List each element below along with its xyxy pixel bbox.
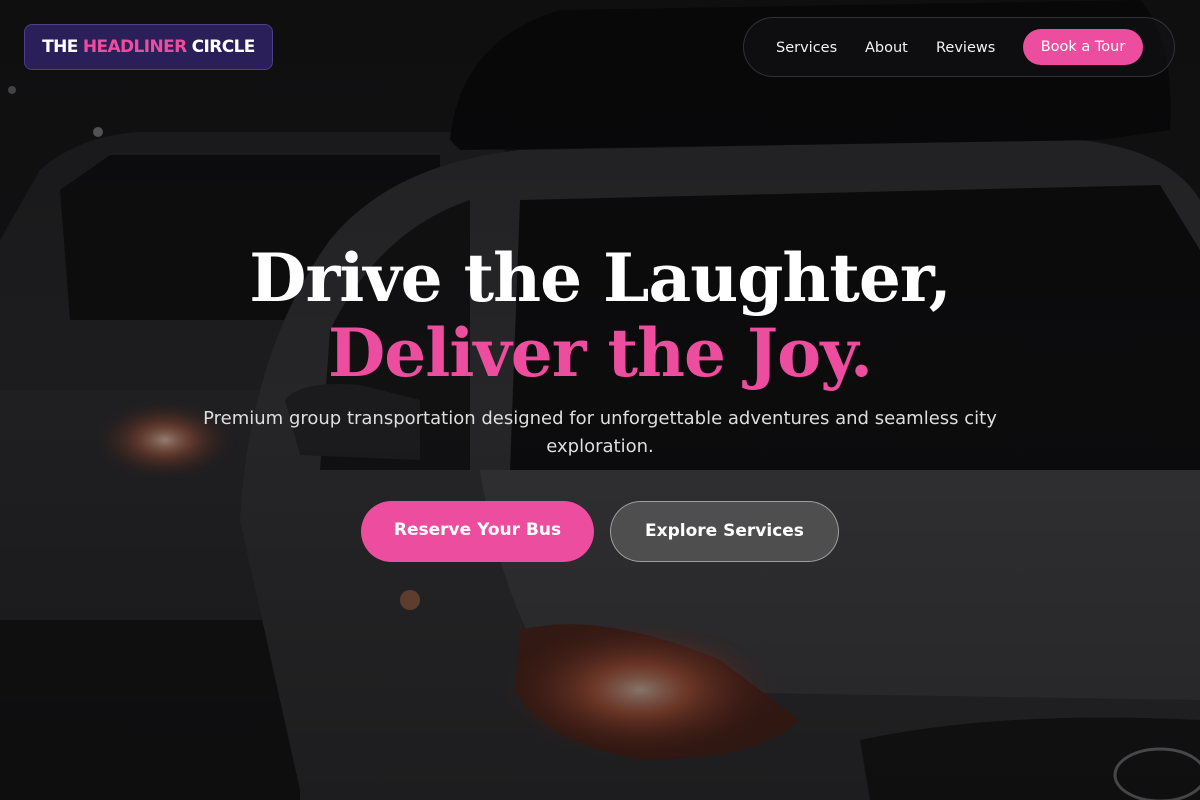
hero-background-photo (0, 0, 1200, 800)
reserve-bus-button[interactable]: Reserve Your Bus (361, 501, 594, 562)
headline-line-2: Deliver the Joy. (328, 314, 873, 392)
nav-link-reviews[interactable]: Reviews (936, 18, 995, 78)
hero-subtitle: Premium group transportation designed fo… (203, 408, 997, 457)
nav-link-about[interactable]: About (865, 18, 908, 78)
nav-link-services[interactable]: Services (776, 18, 837, 78)
brand-logo[interactable]: THE HEADLINER CIRCLE (24, 24, 273, 70)
headline-line-1: Drive the Laughter, (249, 239, 952, 317)
logo-word-1: THE (42, 37, 78, 57)
hero-headline: Drive the Laughter, Deliver the Joy. (0, 236, 1200, 386)
logo-word-2: HEADLINER (82, 37, 187, 57)
book-tour-button[interactable]: Book a Tour (1023, 29, 1143, 65)
hero-section: THE HEADLINER CIRCLE Services About Revi… (0, 0, 1200, 800)
explore-services-button[interactable]: Explore Services (610, 501, 839, 562)
logo-word-3: CIRCLE (191, 37, 256, 57)
main-nav: Services About Reviews Book a Tour (743, 17, 1175, 77)
